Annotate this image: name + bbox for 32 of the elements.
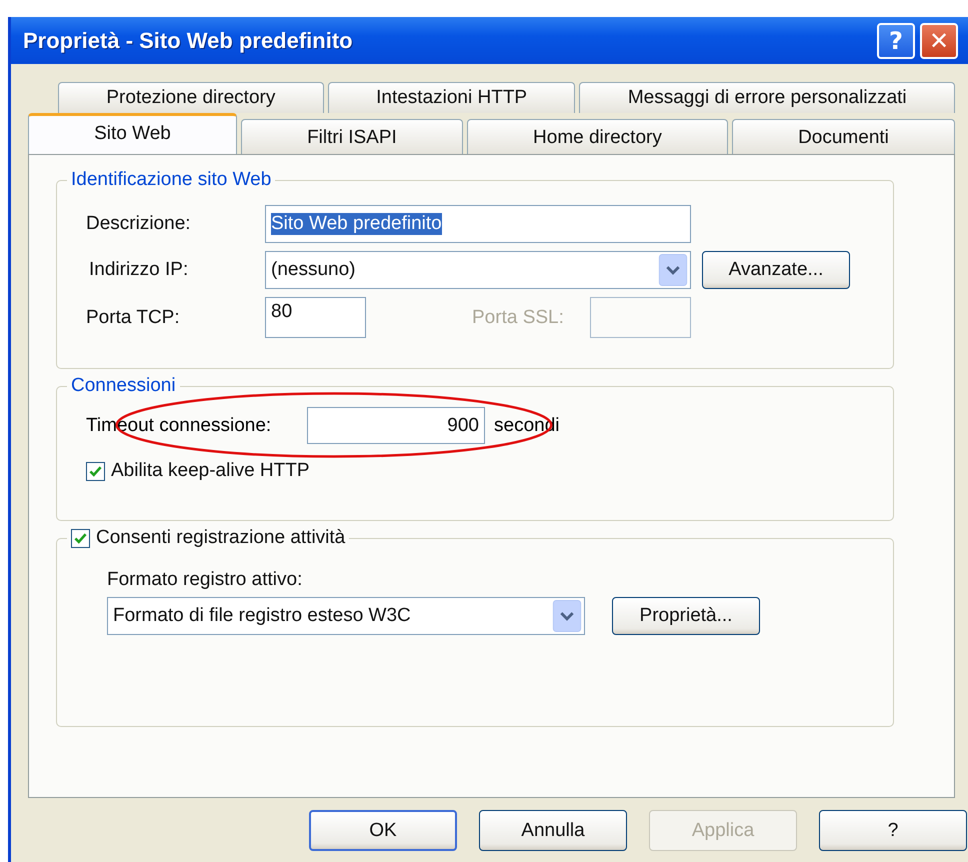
text-field[interactable]: 80 <box>265 297 366 338</box>
advanced-button[interactable]: Avanzate... <box>702 251 850 289</box>
dialog-button[interactable]: Annulla <box>479 810 627 851</box>
dropdown[interactable]: Formato di file registro esteso W3C <box>107 597 585 635</box>
properties-button[interactable]: Proprietà... <box>612 597 760 635</box>
tab[interactable]: Documenti <box>732 119 956 154</box>
close-button[interactable]: ✕ <box>920 22 958 58</box>
text-field[interactable] <box>590 297 691 338</box>
field-label: Descrizione: <box>85 213 192 235</box>
text-field[interactable]: 900 <box>307 407 485 444</box>
tab[interactable]: Filtri ISAPI <box>240 119 463 154</box>
tab[interactable]: Messaggi di errore personalizzati <box>579 82 956 113</box>
group-title: Connessioni <box>71 375 176 397</box>
dropdown[interactable]: (nessuno) <box>265 251 691 289</box>
checkbox[interactable] <box>86 462 105 480</box>
text-field[interactable]: Sito Web predefinito <box>265 205 691 243</box>
group-title: Identificazione sito Web <box>71 169 272 191</box>
dialog-button[interactable]: ? <box>819 810 967 851</box>
tab[interactable]: Protezione directory <box>58 82 324 113</box>
window-title: Proprietà - Sito Web predefinito <box>23 28 353 54</box>
field-label: Indirizzo IP: <box>88 259 190 281</box>
tab[interactable]: Home directory <box>466 119 728 154</box>
tab[interactable]: Sito Web <box>28 113 237 154</box>
field-label: Formato registro attivo: <box>107 569 304 591</box>
checkbox-label: Abilita keep-alive HTTP <box>111 460 310 482</box>
dialog-button[interactable]: OK <box>309 810 457 851</box>
checkbox-label: Consenti registrazione attività <box>96 527 346 549</box>
tab[interactable]: Intestazioni HTTP <box>328 82 576 113</box>
help-button[interactable]: ? <box>877 22 915 58</box>
checkbox[interactable] <box>71 528 90 548</box>
field-label: Porta SSL: <box>472 306 565 328</box>
field-label: Porta TCP: <box>85 306 181 328</box>
